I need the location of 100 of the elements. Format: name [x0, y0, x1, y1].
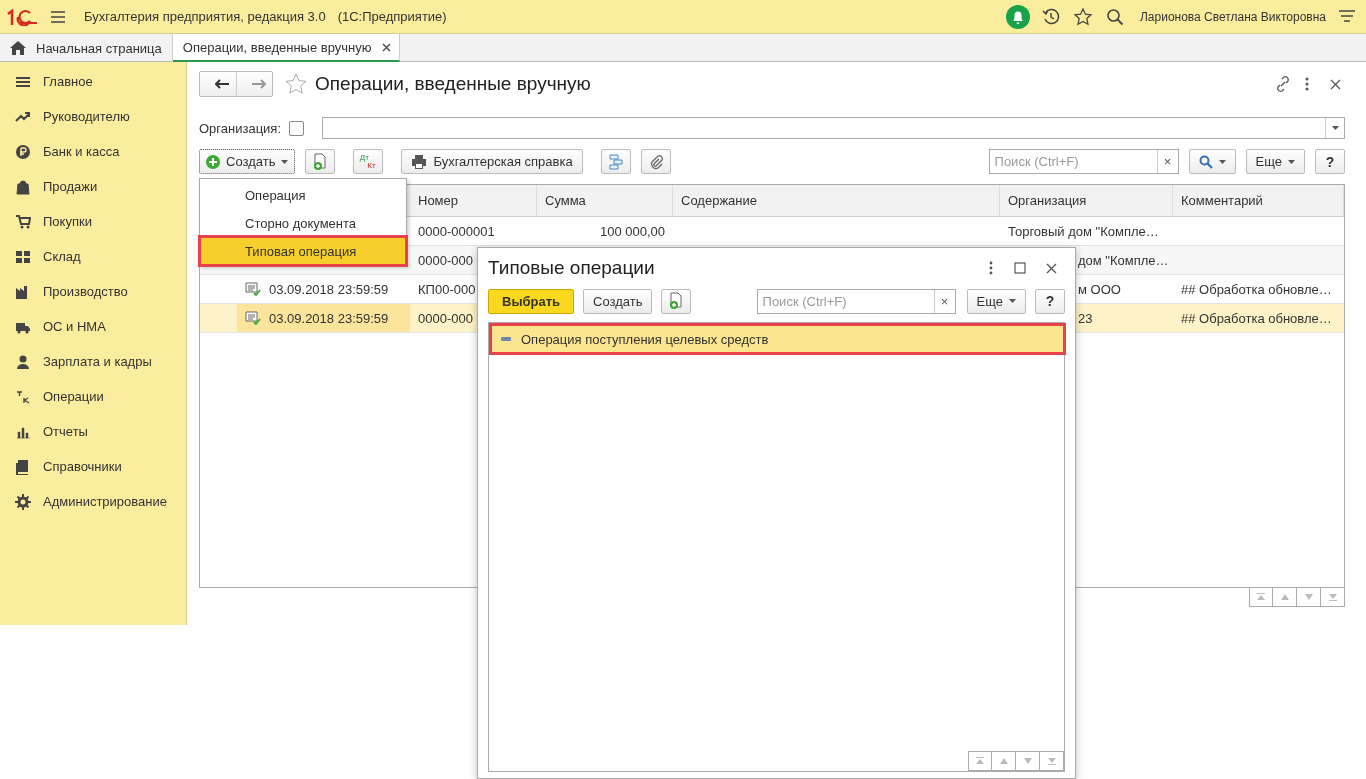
choose-button[interactable]: Выбрать — [488, 288, 575, 314]
list-item[interactable]: Операция поступления целевых средств — [491, 325, 1064, 353]
menu-item[interactable]: Операция — [200, 181, 406, 209]
more-options-icon[interactable] — [988, 261, 994, 275]
first-page-button[interactable] — [1249, 587, 1273, 607]
last-page-button[interactable] — [1040, 751, 1064, 771]
close-icon[interactable] — [1046, 262, 1057, 274]
sidebar-item[interactable]: Банк и касса — [0, 134, 186, 169]
sidebar-item[interactable]: Склад — [0, 239, 186, 274]
table-cell: м ООО — [1078, 281, 1121, 297]
last-page-button[interactable] — [1321, 587, 1345, 607]
table-cell: 03.09.2018 23:59:59 — [269, 281, 389, 297]
add-copy-button[interactable] — [305, 149, 336, 174]
table-cell: КП00-000 — [418, 281, 476, 297]
organization-checkbox[interactable] — [289, 120, 305, 136]
table-cell: 0000-000001 — [418, 223, 495, 239]
table-cell: 100 000,00 — [599, 223, 665, 239]
favorite-star-icon[interactable] — [285, 73, 307, 95]
last-arrow-icon — [1327, 593, 1338, 601]
more-button[interactable]: Еще — [1245, 149, 1305, 174]
tab[interactable]: Операции, введенные вручную — [172, 34, 400, 62]
report-button[interactable]: Бухгалтерская справка — [401, 149, 583, 174]
sidebar-item[interactable]: Руководителю — [0, 99, 186, 134]
debit-credit-button[interactable]: Дт Кт — [353, 149, 384, 174]
notification-bell-icon[interactable] — [1005, 4, 1030, 29]
caret-icon — [1331, 126, 1339, 130]
paperclip-icon — [648, 153, 663, 170]
table-cell: 03.09.2018 23:59:59 — [269, 310, 389, 326]
home-icon — [10, 41, 26, 55]
caret-icon — [1218, 159, 1226, 164]
add-document-icon — [668, 292, 685, 310]
column-header[interactable]: Организация — [1000, 185, 1173, 216]
table-cell: дом "Компле… — [1078, 252, 1169, 268]
books-icon — [15, 458, 31, 475]
column-header[interactable]: Содержание — [673, 185, 1000, 216]
column-header[interactable]: Комментарий — [1173, 185, 1344, 216]
help-button[interactable]: ? — [1315, 149, 1345, 174]
cart-icon — [15, 213, 31, 230]
next-page-button[interactable] — [1297, 587, 1321, 607]
back-button[interactable] — [200, 72, 236, 96]
maximize-icon[interactable] — [1014, 262, 1026, 274]
first-arrow-icon — [975, 757, 985, 765]
tab-label: Начальная страница — [36, 40, 162, 56]
more-options-icon[interactable] — [1304, 76, 1310, 92]
plus-circle-icon — [206, 154, 220, 169]
sidebar-item[interactable]: ОС и НМА — [0, 309, 186, 344]
user-name[interactable]: Ларионова Светлана Викторовна — [1139, 9, 1326, 24]
create-button[interactable]: Создать — [583, 288, 653, 314]
search-icon — [1198, 154, 1213, 169]
first-arrow-icon — [1256, 593, 1266, 601]
search-field[interactable]: Поиск (Ctrl+F) × — [756, 288, 956, 314]
column-header[interactable]: Сумма — [537, 185, 673, 216]
gear-icon — [15, 493, 31, 510]
previous-page-button[interactable] — [992, 751, 1016, 771]
grid-icon — [15, 248, 31, 265]
table-cell: 0000-000 — [418, 310, 473, 326]
sidebar-item[interactable]: Продажи — [0, 169, 186, 204]
sidebar-item[interactable]: Отчеты — [0, 414, 186, 449]
sidebar-item[interactable]: Справочники — [0, 449, 186, 484]
sidebar-item[interactable]: Администрирование — [0, 484, 186, 519]
sidebar-item[interactable]: Производство — [0, 274, 186, 309]
search-field[interactable]: Поиск (Ctrl+F) × — [988, 149, 1179, 174]
hierarchy-icon — [607, 153, 624, 170]
coin-icon — [15, 143, 31, 160]
link-icon[interactable] — [1274, 75, 1292, 93]
printer-icon — [411, 154, 428, 169]
app-title: Бухгалтерия предприятия, редакция 3.0 — [84, 9, 326, 24]
next-page-button[interactable] — [1016, 751, 1040, 771]
group-collapse-icon — [501, 337, 511, 341]
first-page-button[interactable] — [968, 751, 992, 771]
down-arrow-icon — [1303, 593, 1314, 601]
organization-label: Организация: — [199, 120, 282, 136]
sidebar-item[interactable]: Главное — [0, 64, 186, 99]
tab-label: Операции, введенные вручную — [182, 39, 372, 55]
platform-label: (1С:Предприятие) — [337, 9, 447, 24]
add-document-icon — [312, 152, 329, 171]
sidebar-item[interactable]: Зарплата и кадры — [0, 344, 186, 379]
table-cell: 0000-000 — [418, 252, 473, 268]
close-icon[interactable] — [381, 42, 391, 52]
organization-field[interactable] — [322, 117, 1345, 139]
person-icon — [15, 353, 31, 370]
sidebar-item[interactable]: Покупки — [0, 204, 186, 239]
help-button[interactable]: ? — [1035, 288, 1065, 314]
structure-button[interactable] — [600, 149, 631, 174]
more-button[interactable]: Еще — [966, 288, 1026, 314]
close-icon[interactable] — [1330, 78, 1341, 90]
sidebar-item[interactable]: Операции — [0, 379, 186, 414]
previous-page-button[interactable] — [1273, 587, 1297, 607]
menu-item[interactable]: Типовая операция — [200, 237, 406, 265]
last-arrow-icon — [1046, 757, 1057, 765]
column-header[interactable]: Номер — [410, 185, 537, 216]
search-options-button[interactable] — [1188, 149, 1236, 174]
debit-credit-icon — [15, 388, 31, 405]
table-cell: ## Обработка обновле… — [1181, 281, 1332, 297]
create-button[interactable]: Создать — [199, 149, 296, 174]
add-copy-button[interactable] — [661, 288, 692, 314]
attachment-button[interactable] — [640, 149, 671, 174]
logo-icon — [6, 7, 38, 26]
down-arrow-icon — [1022, 757, 1033, 765]
back-arrow-icon — [215, 79, 229, 89]
